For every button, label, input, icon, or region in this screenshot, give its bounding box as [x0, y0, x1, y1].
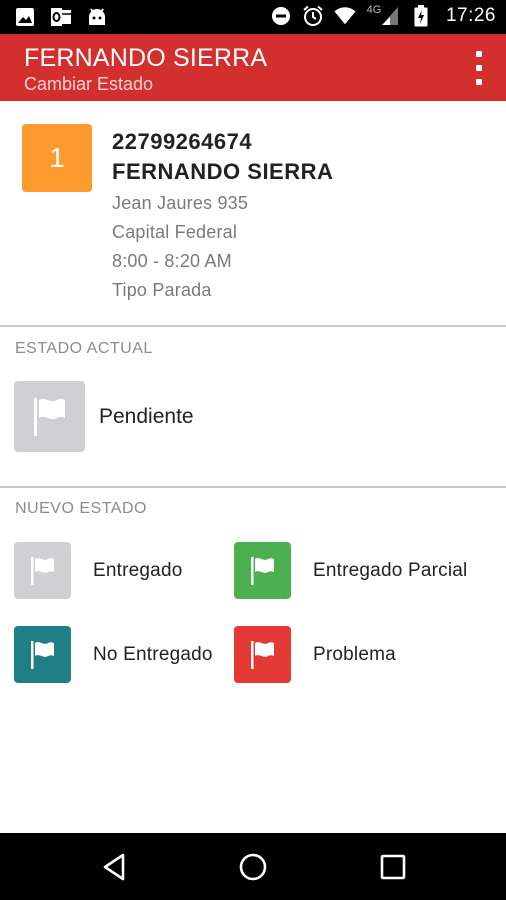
- do-not-disturb-icon: [270, 5, 292, 27]
- alarm-icon: [302, 5, 324, 27]
- state-option-entregado[interactable]: Entregado: [14, 542, 182, 599]
- stop-number-badge: 1: [22, 124, 92, 192]
- stop-city: Capital Federal: [112, 222, 238, 242]
- stop-time-window: 8:00 - 8:20 AM: [112, 251, 232, 271]
- more-vert-icon[interactable]: [472, 51, 486, 85]
- page-subtitle: Cambiar Estado: [24, 74, 154, 94]
- android-icon: [86, 6, 108, 28]
- flag-icon: [14, 542, 71, 599]
- home-icon[interactable]: [235, 849, 271, 885]
- stop-id: 22799264674: [112, 129, 253, 154]
- network-type-label: 4G: [366, 4, 382, 16]
- page-title: FERNANDO SIERRA: [24, 44, 268, 72]
- divider: [0, 325, 506, 327]
- system-icons: 4G 17:26: [270, 4, 496, 27]
- stop-type: Tipo Parada: [112, 280, 212, 300]
- flag-icon: [14, 626, 71, 683]
- image-icon: [14, 6, 36, 28]
- state-option-label: Problema: [313, 643, 396, 665]
- state-option-label: No Entregado: [93, 643, 213, 665]
- outlook-icon: [50, 6, 72, 28]
- state-option-problema[interactable]: Problema: [234, 626, 396, 683]
- battery-icon: [410, 5, 432, 27]
- state-option-label: Entregado Parcial: [313, 559, 468, 581]
- customer-name: FERNANDO SIERRA: [112, 159, 334, 184]
- back-icon[interactable]: [96, 849, 132, 885]
- navigation-bar: [0, 833, 506, 900]
- app-bar: FERNANDO SIERRA Cambiar Estado: [0, 34, 506, 101]
- stop-info: 22799264674 FERNANDO SIERRA Jean Jaures …: [112, 129, 333, 309]
- recents-icon[interactable]: [375, 849, 411, 885]
- stop-details: 1 22799264674 FERNANDO SIERRA Jean Jaure…: [0, 101, 506, 325]
- status-bar: 4G 17:26: [0, 0, 506, 34]
- signal-icon: 4G: [366, 4, 400, 27]
- state-option-no-entregado[interactable]: No Entregado: [14, 626, 213, 683]
- notification-icons: [14, 6, 108, 28]
- current-state-heading: ESTADO ACTUAL: [15, 340, 153, 357]
- clock: 17:26: [445, 5, 496, 26]
- divider: [0, 486, 506, 488]
- flag-icon: [14, 381, 85, 452]
- state-option-label: Entregado: [93, 559, 183, 581]
- stop-address: Jean Jaures 935: [112, 193, 249, 213]
- flag-icon: [234, 542, 291, 599]
- current-state: Pendiente: [14, 381, 194, 452]
- current-state-value: Pendiente: [99, 404, 194, 428]
- flag-icon: [234, 626, 291, 683]
- wifi-icon: [334, 5, 356, 27]
- new-state-heading: NUEVO ESTADO: [15, 500, 147, 517]
- state-option-entregado-parcial[interactable]: Entregado Parcial: [234, 542, 467, 599]
